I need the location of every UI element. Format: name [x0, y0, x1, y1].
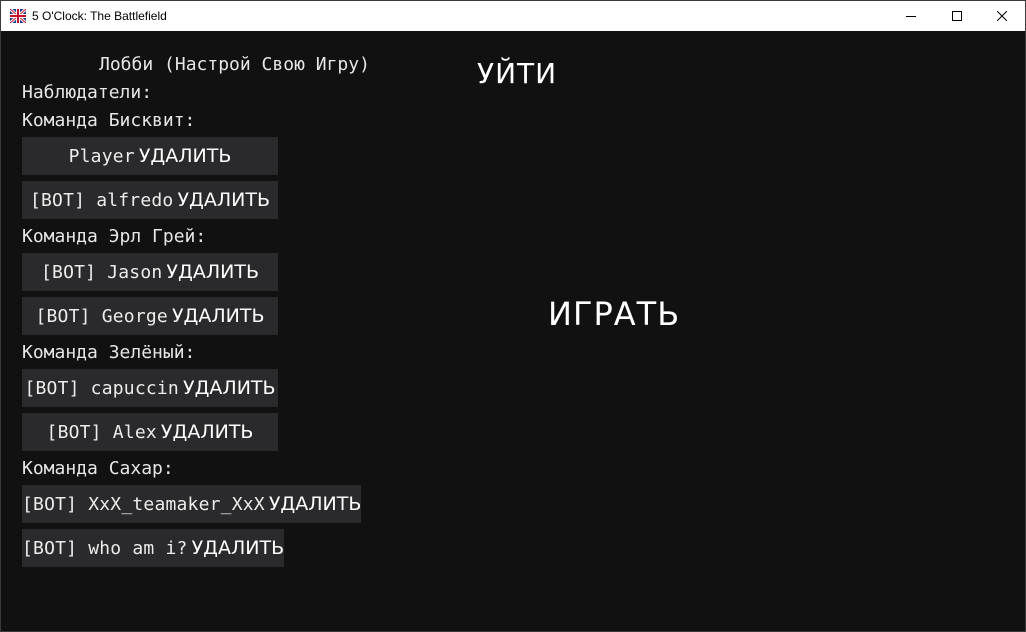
remove-player-button[interactable]: УДАЛИТЬ — [166, 261, 259, 283]
player-name: [BOT] alfredo — [29, 189, 174, 211]
remove-player-button[interactable]: УДАЛИТЬ — [139, 145, 232, 167]
maximize-button[interactable] — [934, 1, 980, 31]
player-slot[interactable]: Player УДАЛИТЬ — [22, 137, 278, 175]
remove-player-button[interactable]: УДАЛИТЬ — [269, 493, 362, 515]
close-button[interactable] — [979, 1, 1025, 31]
remove-player-button[interactable]: УДАЛИТЬ — [183, 377, 276, 399]
window-title: 5 O'Clock: The Battlefield — [32, 9, 167, 23]
team-label-green: Команда Зелёный: — [22, 342, 196, 363]
spectators-label: Наблюдатели: — [22, 82, 153, 103]
player-name: [BOT] Jason — [41, 261, 163, 283]
app-window: 5 O'Clock: The Battlefield Лобби (Настро… — [0, 0, 1026, 632]
player-slot[interactable]: [BOT] Alex УДАЛИТЬ — [22, 413, 278, 451]
lobby-title: Лобби (Настрой Свою Игру) — [99, 54, 370, 75]
player-name: [BOT] Alex — [46, 421, 157, 443]
team-label-sugar: Команда Сахар: — [22, 458, 174, 479]
player-name: [BOT] who am i? — [22, 537, 188, 559]
leave-button[interactable]: УЙТИ — [477, 57, 557, 90]
remove-player-button[interactable]: УДАЛИТЬ — [161, 421, 254, 443]
player-slot[interactable]: [BOT] who am i? УДАЛИТЬ — [22, 529, 285, 567]
player-slot[interactable]: [BOT] Jason УДАЛИТЬ — [22, 253, 278, 291]
player-slot[interactable]: [BOT] alfredo УДАЛИТЬ — [22, 181, 278, 219]
minimize-button[interactable] — [888, 1, 934, 31]
player-name: Player — [68, 145, 135, 167]
player-name: [BOT] XxX_teamaker_XxX — [22, 493, 265, 515]
minimize-icon — [906, 16, 916, 17]
title-bar[interactable]: 5 O'Clock: The Battlefield — [1, 1, 1025, 31]
remove-player-button[interactable]: УДАЛИТЬ — [172, 305, 265, 327]
team-label-earl-grey: Команда Эрл Грей: — [22, 226, 207, 247]
player-slot[interactable]: [BOT] capuccin УДАЛИТЬ — [22, 369, 278, 407]
play-button[interactable]: ИГРАТЬ — [548, 295, 680, 333]
uk-flag-icon — [10, 9, 26, 23]
player-name: [BOT] capuccin — [24, 377, 179, 399]
player-slot[interactable]: [BOT] George УДАЛИТЬ — [22, 297, 278, 335]
remove-player-button[interactable]: УДАЛИТЬ — [177, 189, 270, 211]
remove-player-button[interactable]: УДАЛИТЬ — [192, 537, 285, 559]
team-label-biscuit: Команда Бисквит: — [22, 110, 196, 131]
close-icon — [997, 11, 1007, 21]
game-canvas: Лобби (Настрой Свою Игру) УЙТИ ИГРАТЬ На… — [1, 31, 1025, 631]
player-slot[interactable]: [BOT] XxX_teamaker_XxX УДАЛИТЬ — [22, 485, 362, 523]
player-name: [BOT] George — [35, 305, 168, 327]
maximize-icon — [952, 11, 962, 21]
